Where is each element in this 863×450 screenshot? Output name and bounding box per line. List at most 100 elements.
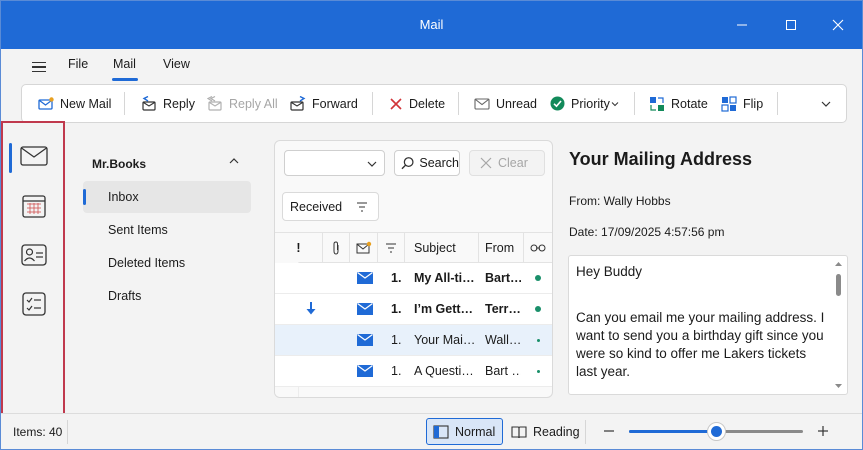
column-link[interactable] — [524, 233, 552, 263]
paperclip-icon — [333, 241, 339, 255]
book-icon — [511, 425, 527, 438]
reading-view-button[interactable]: Reading — [509, 418, 589, 445]
message-from-line: From: Wally Hobbs — [569, 194, 671, 208]
chevron-up-icon[interactable] — [228, 155, 240, 167]
chevron-down-icon — [367, 161, 377, 167]
minimize-button[interactable] — [719, 1, 765, 49]
delete-label: Delete — [409, 96, 446, 111]
folder-inbox[interactable]: Inbox — [83, 181, 251, 213]
read-dot — [537, 356, 540, 386]
envelope-icon — [474, 97, 490, 110]
maximize-icon — [786, 20, 796, 30]
message-from: Wall… — [485, 333, 521, 347]
read-dot — [537, 325, 540, 355]
message-body[interactable]: Hey Buddy Can you email me your mailing … — [568, 255, 848, 395]
status-divider — [67, 420, 68, 444]
menu-mail[interactable]: Mail — [113, 57, 136, 71]
column-attachment[interactable] — [323, 233, 350, 263]
ribbon-divider — [124, 92, 125, 115]
new-mail-button[interactable]: New Mail — [38, 85, 111, 122]
close-button[interactable] — [815, 1, 861, 49]
delete-icon — [390, 97, 402, 110]
forward-button[interactable]: Forward — [290, 85, 358, 122]
normal-view-button[interactable]: Normal — [426, 418, 503, 445]
zoom-slider-thumb[interactable] — [706, 422, 726, 441]
forward-label: Forward — [312, 96, 358, 111]
mail-window: Mail File Mail View New Mail Reply Reply… — [0, 0, 863, 450]
down-arrow-icon — [305, 294, 317, 324]
folder-drafts[interactable]: Drafts — [83, 280, 251, 312]
search-button[interactable]: Search — [394, 150, 460, 176]
column-from[interactable]: From — [479, 233, 524, 263]
menu-active-indicator — [112, 78, 138, 81]
search-scope-dropdown[interactable] — [284, 150, 385, 176]
flip-button[interactable]: Flip — [721, 85, 763, 122]
message-grid-header: ! Subject From — [275, 232, 552, 263]
message-scrollbar[interactable] — [830, 256, 847, 394]
reading-view-label: Reading — [533, 424, 580, 439]
message-date-line: Date: 17/09/2025 4:57:56 pm — [569, 225, 725, 239]
flip-icon — [721, 95, 737, 112]
column-importance[interactable]: ! — [275, 233, 323, 263]
message-row[interactable]: 1. My All-ti… Bart… — [275, 263, 552, 294]
minimize-icon — [737, 24, 747, 26]
message-list-panel: Search Clear Received ! Subject From 1. … — [274, 140, 553, 398]
message-row-selected[interactable]: 1. Your Mai… Wall… — [275, 325, 552, 356]
message-row[interactable]: 1. A Questi… Bart … — [275, 356, 552, 387]
ribbon-expand-button[interactable] — [820, 85, 832, 122]
priority-label: Priority — [571, 96, 610, 111]
menu-bar: File Mail View — [1, 49, 862, 81]
flip-label: Flip — [743, 96, 764, 111]
minus-icon — [604, 430, 614, 432]
ribbon-divider — [634, 92, 635, 115]
priority-button[interactable]: Priority — [550, 85, 619, 122]
rail-active-indicator — [9, 143, 12, 173]
zoom-in-button[interactable] — [815, 422, 831, 440]
maximize-button[interactable] — [768, 1, 814, 49]
scroll-thumb[interactable] — [836, 274, 841, 296]
menu-view[interactable]: View — [163, 57, 190, 71]
reply-all-label: Reply All — [229, 96, 278, 111]
column-read-status[interactable] — [350, 233, 378, 263]
delete-button[interactable]: Delete — [389, 85, 445, 122]
envelope-icon — [357, 325, 373, 355]
sort-label: Received — [290, 199, 343, 214]
message-number: 1. — [391, 364, 402, 378]
column-filter[interactable] — [378, 233, 405, 263]
zoom-slider-fill — [629, 430, 716, 433]
contacts-icon — [21, 244, 47, 266]
account-name[interactable]: Mr.Books — [92, 157, 146, 171]
envelope-icon — [357, 294, 373, 324]
title-bar: Mail — [1, 1, 862, 49]
clear-button[interactable]: Clear — [469, 150, 545, 176]
unread-dot — [535, 294, 541, 324]
rotate-button[interactable]: Rotate — [649, 85, 708, 122]
envelope-icon — [357, 263, 373, 293]
folder-sent-items[interactable]: Sent Items — [83, 214, 251, 246]
close-icon — [832, 19, 844, 31]
reply-button[interactable]: Reply — [141, 85, 195, 122]
scroll-up-icon — [835, 262, 842, 266]
rail-contacts[interactable] — [19, 240, 49, 270]
unread-button[interactable]: Unread — [474, 85, 537, 122]
menu-file[interactable]: File — [68, 57, 88, 71]
rail-mail[interactable] — [19, 141, 49, 171]
sort-button[interactable]: Received — [282, 192, 379, 221]
message-row[interactable]: 1. I’m Gett… Terr… — [275, 294, 552, 325]
rail-tasks[interactable] — [19, 289, 49, 319]
ribbon-divider — [458, 92, 459, 115]
plus-icon — [818, 426, 828, 436]
ribbon-divider — [372, 92, 373, 115]
folder-deleted-items[interactable]: Deleted Items — [83, 247, 251, 279]
hamburger-menu-icon[interactable] — [27, 57, 51, 77]
zoom-out-button[interactable] — [601, 422, 617, 440]
rail-calendar[interactable] — [19, 191, 49, 221]
reply-all-icon — [207, 95, 222, 111]
column-subject[interactable]: Subject — [405, 233, 479, 263]
message-number: 1. — [391, 333, 402, 347]
search-icon — [401, 157, 414, 170]
reply-label: Reply — [163, 96, 195, 111]
reply-all-button[interactable]: Reply All — [207, 85, 278, 122]
rotate-label: Rotate — [671, 96, 708, 111]
mail-icon — [20, 146, 48, 166]
